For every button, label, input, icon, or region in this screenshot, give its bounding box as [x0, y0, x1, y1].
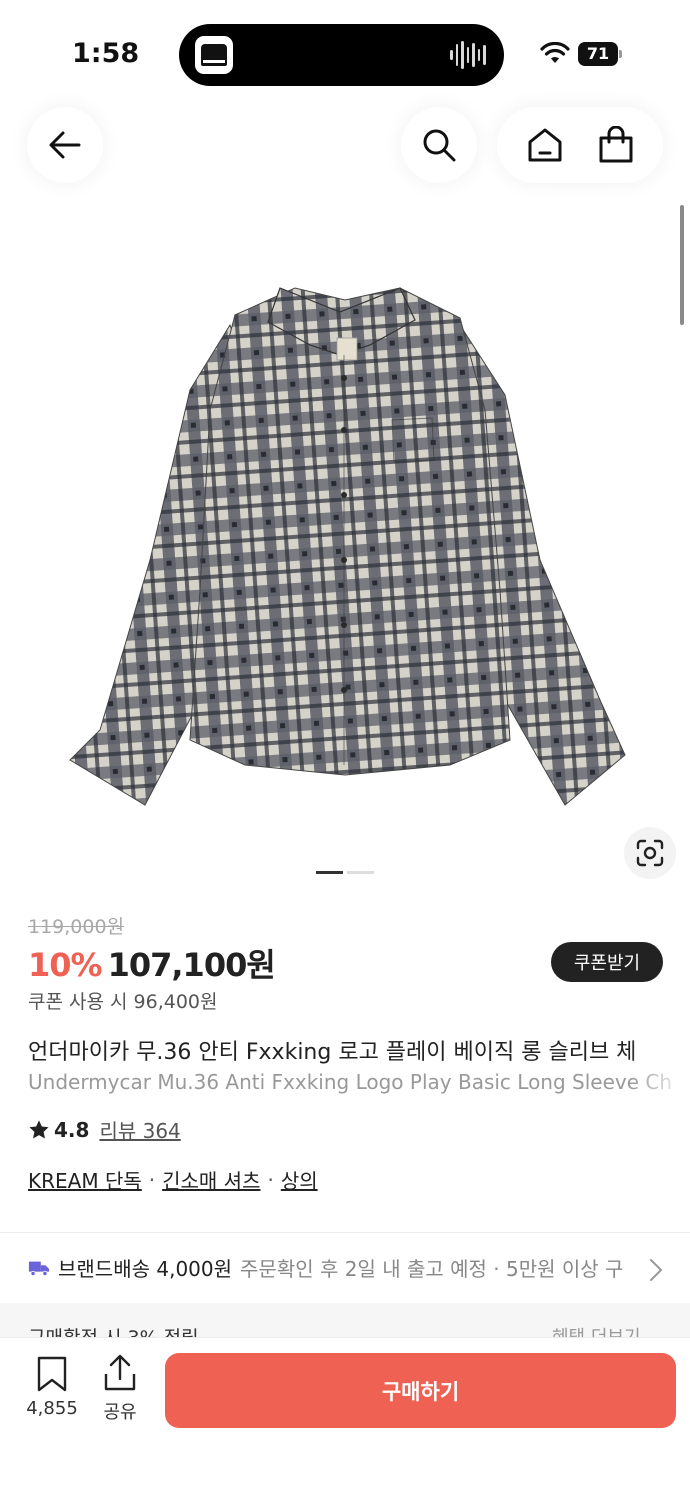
product-name-ko: 언더마이카 무.36 안티 Fxxking 로고 플레이 베이직 롱 슬리브 체 — [28, 1040, 637, 1065]
status-bar: 1:58 71 — [0, 0, 690, 100]
truck-icon — [28, 1261, 50, 1276]
arrow-left-icon — [49, 131, 81, 159]
shipping-detail: 주문확인 후 2일 내 출고 예정 · 5만원 이상 구 — [240, 1257, 624, 1281]
rating-value: 4.8 — [54, 1117, 90, 1142]
tag-separator: · — [267, 1167, 274, 1192]
home-icon — [528, 128, 561, 162]
audio-waveform-icon — [450, 40, 487, 70]
text-fade — [630, 1030, 690, 1100]
shipping-label: 브랜드배송 4,000원 — [58, 1257, 233, 1281]
shipping-row[interactable]: 브랜드배송 4,000원 주문확인 후 2일 내 출고 예정 · 5만원 이상 … — [28, 1253, 668, 1282]
buy-button[interactable]: 구매하기 — [165, 1353, 676, 1428]
tag-tops[interactable]: 상의 — [281, 1165, 318, 1194]
home-button[interactable] — [520, 120, 570, 170]
original-price: 119,000원 — [28, 916, 125, 938]
lens-scan-icon — [636, 839, 664, 867]
category-tags: KREAM 단독 · 긴소매 셔츠 · 상의 — [28, 1165, 318, 1194]
bookmark-icon — [37, 1356, 67, 1392]
product-image[interactable] — [40, 260, 650, 840]
page-dot-active — [316, 871, 343, 874]
battery-icon: 71 — [578, 42, 622, 66]
star-icon — [29, 1119, 49, 1139]
tag-long-sleeve-shirt[interactable]: 긴소매 셔츠 — [162, 1165, 260, 1194]
rating-row: 4.8 리뷰 364 — [28, 1115, 181, 1144]
discount-rate: 10% — [28, 946, 103, 984]
tag-separator: · — [148, 1167, 156, 1192]
now-playing-app-icon — [195, 36, 233, 74]
tag-kream-exclusive[interactable]: KREAM 단독 — [28, 1165, 142, 1194]
wifi-icon — [540, 42, 570, 63]
dynamic-island — [179, 24, 504, 86]
coupon-price: 쿠폰 사용 시 96,400원 — [28, 991, 218, 1013]
cart-button[interactable] — [591, 120, 641, 170]
shopping-bag-icon — [599, 126, 632, 163]
nav-actions-pill — [497, 107, 663, 183]
image-search-button[interactable] — [624, 827, 676, 879]
coupon-button[interactable]: 쿠폰받기 — [551, 942, 663, 982]
sale-price: 107,100원 — [107, 946, 276, 984]
search-icon — [423, 129, 456, 162]
product-name-en: Undermycar Mu.36 Anti Fxxking Logo Play … — [28, 1070, 673, 1094]
bookmark-count: 4,855 — [26, 1398, 78, 1419]
back-button[interactable] — [27, 107, 103, 183]
share-icon — [104, 1354, 136, 1391]
review-link[interactable]: 리뷰 364 — [99, 1115, 180, 1144]
share-button[interactable]: 공유 — [96, 1354, 144, 1424]
price-row: 10% 107,100원 — [28, 940, 276, 986]
scrollbar[interactable] — [680, 205, 684, 325]
section-divider — [0, 1232, 690, 1233]
page-dot — [347, 871, 374, 874]
share-label: 공유 — [103, 1402, 137, 1423]
search-button[interactable] — [401, 107, 477, 183]
gallery-page-indicator — [316, 871, 374, 875]
bottom-action-bar: 4,855 공유 구매하기 — [0, 1337, 690, 1500]
status-time: 1:58 — [72, 38, 140, 69]
bookmark-button[interactable]: 4,855 — [22, 1356, 82, 1419]
battery-level: 71 — [586, 44, 610, 63]
chevron-right-icon[interactable] — [648, 1258, 664, 1282]
